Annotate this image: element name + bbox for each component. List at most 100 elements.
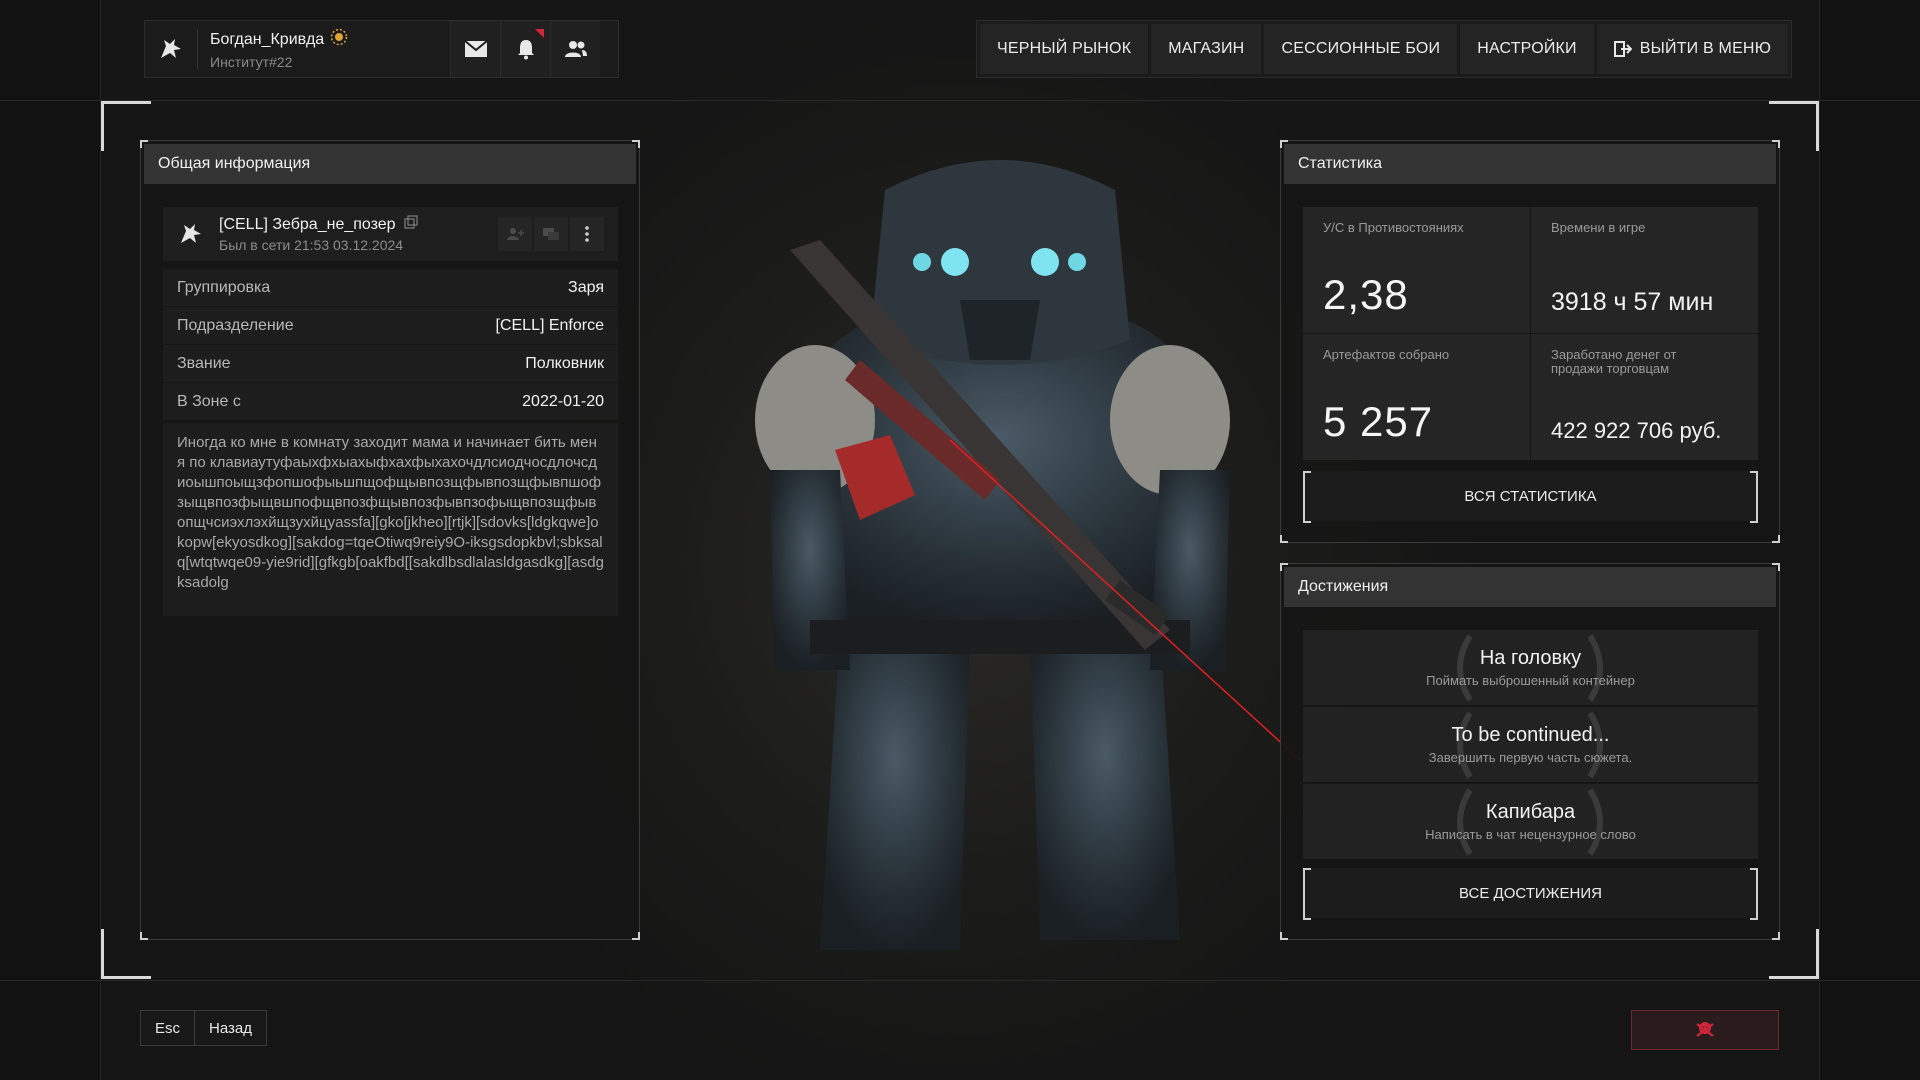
achievement-desc: Завершить первую часть сюжета. xyxy=(1428,750,1633,765)
corner-mark xyxy=(1772,932,1780,940)
corner-mark xyxy=(140,140,148,148)
player-subtitle: Институт#22 xyxy=(210,54,293,70)
player-bar: Богдан_Кривда Институт#22 xyxy=(144,20,619,78)
stat-playtime: Времени в игре 3918 ч 57 мин xyxy=(1531,207,1758,333)
friends-icon xyxy=(564,41,587,57)
exit-icon xyxy=(1613,41,1632,57)
copy-icon[interactable] xyxy=(403,215,418,234)
mail-button[interactable] xyxy=(450,21,500,77)
statistics-panel: Статистика У/С в Противостояниях 2,38 Вр… xyxy=(1280,140,1780,543)
corner-mark xyxy=(1280,535,1288,543)
info-row-rank: Звание Полковник xyxy=(163,345,618,382)
info-rows: Группировка Заря Подразделение [CELL] En… xyxy=(163,269,618,616)
skull-icon xyxy=(1696,1022,1714,1037)
corner-mark xyxy=(1280,140,1288,148)
achievement-item[interactable]: Капибара Написать в чат нецензурное слов… xyxy=(1303,784,1758,859)
profile-card: [CELL] Зебра_не_позер Был в сети 21:53 0… xyxy=(163,207,618,261)
corner-mark xyxy=(1280,563,1288,571)
all-stats-button[interactable]: ВСЯ СТАТИСТИКА xyxy=(1303,471,1758,523)
row-label: В Зоне с xyxy=(177,392,241,410)
more-icon xyxy=(585,226,589,242)
corner-mark xyxy=(1772,140,1780,148)
report-button[interactable] xyxy=(1631,1010,1779,1050)
add-friend-button[interactable] xyxy=(498,217,532,251)
player-name: Богдан_Кривда xyxy=(210,30,325,48)
stat-artifacts: Артефактов собрано 5 257 xyxy=(1303,334,1530,460)
friends-button[interactable] xyxy=(550,21,600,77)
divider xyxy=(1819,0,1820,1080)
row-value: 2022-01-20 xyxy=(522,392,604,410)
character-model xyxy=(755,160,1300,950)
corner-mark xyxy=(1280,932,1288,940)
panel-title: Достижения xyxy=(1284,567,1776,607)
achievement-item[interactable]: На головку Поймать выброшенный контейнер xyxy=(1303,630,1758,705)
stat-value: 422 922 706 руб. xyxy=(1551,418,1722,443)
achievement-title: To be continued... xyxy=(1451,724,1610,746)
stat-value: 2,38 xyxy=(1323,271,1409,318)
row-label: Звание xyxy=(177,354,231,372)
back-button[interactable]: Назад xyxy=(195,1011,266,1045)
panel-title: Общая информация xyxy=(144,144,636,184)
chat-icon xyxy=(543,228,559,240)
bell-icon xyxy=(517,40,534,60)
stat-label: Заработано денег от продажи торговцам xyxy=(1551,347,1677,376)
nav-session-battles[interactable]: СЕССИОННЫЕ БОИ xyxy=(1264,24,1458,74)
row-value: Заря xyxy=(568,278,604,296)
info-row-group: Группировка Заря xyxy=(163,269,618,306)
exit-label: ВЫЙТИ В МЕНЮ xyxy=(1639,40,1772,57)
esc-key[interactable]: Esc xyxy=(141,1011,194,1045)
achievement-title: Капибара xyxy=(1485,801,1576,823)
nav-settings[interactable]: НАСТРОЙКИ xyxy=(1460,24,1594,74)
right-margin xyxy=(1820,0,1920,1080)
achievements-panel: Достижения На головку Поймать выброшенны… xyxy=(1280,563,1780,940)
divider xyxy=(100,0,101,1080)
corner-mark xyxy=(1772,535,1780,543)
divider xyxy=(0,100,1920,101)
wolf-emblem-icon[interactable] xyxy=(145,21,197,77)
profile-name: [CELL] Зебра_не_позер xyxy=(219,215,396,233)
stat-money: Заработано денег от продажи торговцам 42… xyxy=(1531,334,1758,460)
nav-shop[interactable]: МАГАЗИН xyxy=(1151,24,1262,74)
stat-grid: У/С в Противостояниях 2,38 Времени в игр… xyxy=(1303,207,1758,460)
info-row-zone-since: В Зоне с 2022-01-20 xyxy=(163,383,618,420)
corner-mark xyxy=(632,140,640,148)
stat-label: У/С в Противостояниях xyxy=(1323,220,1464,235)
bio-text[interactable]: Иногда ко мне в комнату заходит мама и н… xyxy=(163,423,618,616)
main-nav: ЧЕРНЫЙ РЫНОК МАГАЗИН СЕССИОННЫЕ БОИ НАСТ… xyxy=(976,20,1793,78)
row-label: Группировка xyxy=(177,278,271,296)
stat-value: 5 257 xyxy=(1323,398,1434,445)
nav-black-market[interactable]: ЧЕРНЫЙ РЫНОК xyxy=(980,24,1149,74)
notifications-button[interactable] xyxy=(500,21,550,77)
achievement-desc: Поймать выброшенный контейнер xyxy=(1426,673,1635,688)
stat-kd: У/С в Противостояниях 2,38 xyxy=(1303,207,1530,333)
stat-label: Времени в игре xyxy=(1551,220,1646,235)
achievement-title: На головку xyxy=(1479,647,1582,669)
achievement-item[interactable]: To be continued... Завершить первую част… xyxy=(1303,707,1758,782)
corner-mark xyxy=(1772,563,1780,571)
mail-icon xyxy=(463,40,488,57)
message-button[interactable] xyxy=(534,217,568,251)
wolf-emblem-icon xyxy=(163,221,219,247)
panel-title: Статистика xyxy=(1284,144,1776,184)
player-info[interactable]: Богдан_Кривда Институт#22 xyxy=(198,28,450,70)
left-margin xyxy=(0,0,100,1080)
divider xyxy=(0,980,1920,981)
notification-indicator xyxy=(535,29,544,38)
achievement-list: На головку Поймать выброшенный контейнер… xyxy=(1303,630,1758,861)
achievement-desc: Написать в чат нецензурное слово xyxy=(1425,827,1636,842)
key-hints: Esc Назад xyxy=(140,1010,267,1046)
last-seen: Был в сети 21:53 03.12.2024 xyxy=(219,237,404,253)
stat-label: Артефактов собрано xyxy=(1323,347,1450,362)
info-row-division: Подразделение [CELL] Enforce xyxy=(163,307,618,344)
corner-mark xyxy=(632,932,640,940)
row-value: [CELL] Enforce xyxy=(495,316,605,334)
more-options-button[interactable] xyxy=(570,217,604,251)
all-achievements-button[interactable]: ВСЕ ДОСТИЖЕНИЯ xyxy=(1303,868,1758,920)
sun-badge-icon xyxy=(330,28,348,51)
corner-mark xyxy=(140,932,148,940)
add-friend-icon xyxy=(507,228,524,240)
general-info-panel: Общая информация [CELL] Зебра_не_позер Б… xyxy=(140,140,640,940)
exit-to-menu-button[interactable]: ВЫЙТИ В МЕНЮ xyxy=(1596,24,1789,74)
row-label: Подразделение xyxy=(177,316,294,334)
stat-value: 3918 ч 57 мин xyxy=(1551,288,1714,316)
